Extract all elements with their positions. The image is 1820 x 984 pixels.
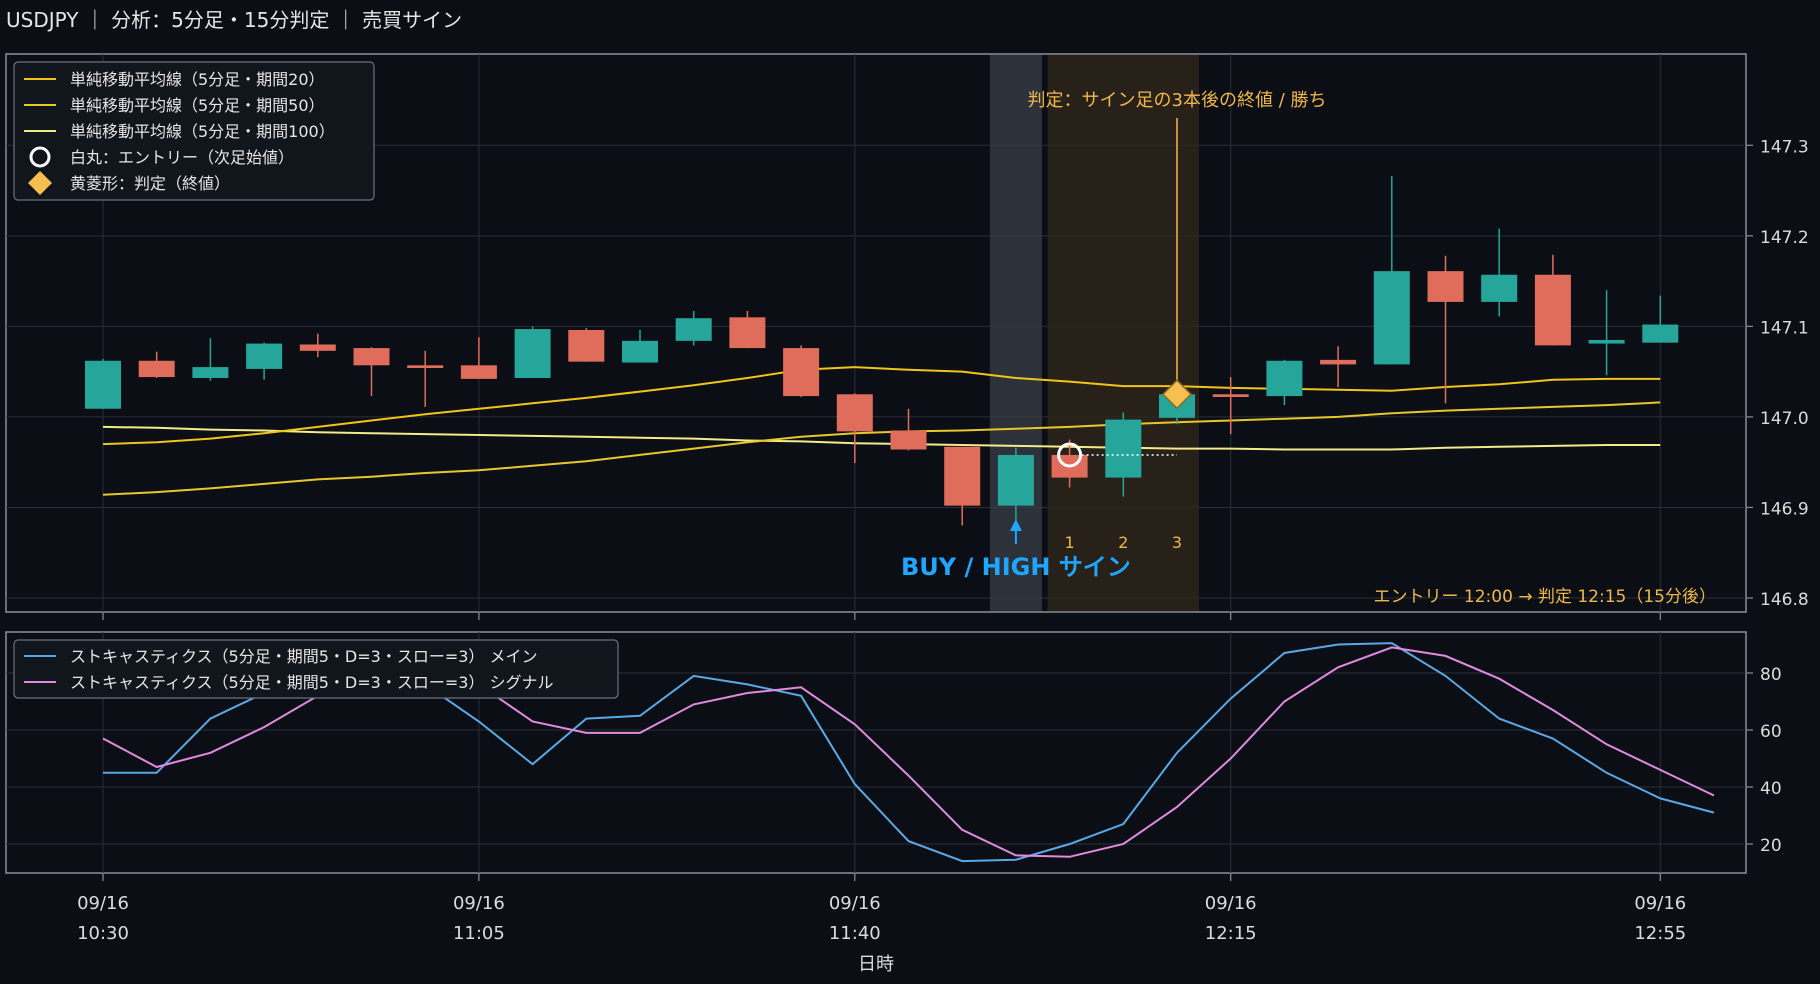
price-tick-label: 147.1	[1760, 318, 1809, 338]
x-tick-date: 09/16	[1634, 893, 1686, 914]
entry-judge-summary: エントリー 12:00 → 判定 12:15（15分後）	[1374, 587, 1716, 607]
stoch-tick-label: 60	[1760, 722, 1782, 742]
judge-annotation: 判定：サイン足の3本後の終値 / 勝ち	[1028, 90, 1327, 111]
candle-body	[1642, 324, 1679, 343]
chart-svg: 146.8 146.9 147.0 147.1 147.2 147.3 判定：サイン足の3本…	[5, 53, 1809, 975]
candle-body	[85, 360, 121, 409]
stoch-tick-label: 80	[1760, 665, 1782, 685]
candle-body	[783, 348, 820, 397]
candle-body	[622, 340, 658, 363]
x-tick-time: 10:30	[77, 923, 129, 944]
candle-body	[1481, 274, 1518, 302]
candle-body	[1373, 271, 1410, 365]
price-tick-label: 147.0	[1760, 409, 1809, 429]
price-legend-label: 白丸：エントリー（次足始値）	[70, 148, 294, 167]
x-tick-time: 11:40	[829, 923, 881, 944]
candle-body	[514, 329, 551, 378]
candle-body	[299, 344, 336, 351]
bar-count-label: 1	[1065, 533, 1075, 552]
candle-body	[1588, 339, 1625, 344]
bar-count-label: 3	[1172, 533, 1182, 552]
price-legend-label: 単純移動平均線（5分足・期間20）	[70, 70, 325, 89]
price-tick-label: 147.3	[1760, 137, 1809, 157]
price-tick-label: 147.2	[1760, 228, 1809, 248]
candle-body	[138, 360, 175, 378]
x-tick-date: 09/16	[77, 893, 129, 914]
x-tick-date: 09/16	[829, 893, 881, 914]
candle-body	[836, 394, 873, 432]
chart-stage: USDJPY ｜ 分析：5分足・15分判定 ｜ 売買サイン 146.8 146.9…	[0, 0, 1820, 980]
price-legend-label: 単純移動平均線（5分足・期間50）	[70, 96, 325, 115]
candle-body	[407, 365, 444, 369]
price-legend-label: 単純移動平均線（5分足・期間100）	[70, 122, 335, 141]
x-tick-date: 09/16	[453, 893, 505, 914]
candle-body	[729, 317, 766, 349]
x-tick-date: 09/16	[1205, 893, 1257, 914]
candle-body	[675, 318, 712, 341]
candle-body	[1212, 394, 1249, 397]
chart-title: USDJPY ｜ 分析：5分足・15分判定 ｜ 売買サイン	[6, 8, 463, 32]
x-tick-time: 12:15	[1205, 923, 1257, 944]
buy-signal-label: BUY / HIGH サイン	[901, 553, 1131, 581]
stoch-tick-label: 40	[1760, 779, 1782, 799]
candle-body	[460, 365, 497, 379]
price-tick-label: 146.8	[1760, 590, 1809, 610]
candle-body	[944, 446, 981, 506]
candle-body	[192, 367, 229, 378]
candle-body	[246, 343, 283, 369]
candle-body	[997, 454, 1034, 506]
price-tick-label: 146.9	[1760, 499, 1809, 519]
candle-body	[353, 348, 390, 366]
candle-body	[568, 329, 605, 362]
stoch-legend: ストキャスティクス（5分足・期間5・D=3・スロー=3） メインストキャスティク…	[13, 639, 619, 699]
candle-body	[1320, 359, 1357, 365]
x-axis-label: 日時	[858, 954, 894, 975]
candle-body	[1427, 271, 1464, 302]
candle-body	[890, 430, 927, 450]
price-legend-label: 黄菱形：判定（終値）	[70, 174, 230, 193]
candle-body	[1266, 360, 1303, 397]
price-legend: 単純移動平均線（5分足・期間20） 単純移動平均線（5分足・期間50） 単純移動平均…	[13, 61, 375, 201]
candle-body	[1534, 274, 1571, 346]
sma100-line	[102, 425, 1661, 451]
x-tick-time: 12:55	[1634, 923, 1686, 944]
candle-body	[1105, 419, 1142, 478]
x-tick-time: 11:05	[453, 923, 505, 944]
stoch-legend-label: ストキャスティクス（5分足・期間5・D=3・スロー=3） メイン	[70, 647, 538, 666]
stoch-tick-label: 20	[1760, 836, 1782, 856]
bar-count-label: 2	[1118, 533, 1128, 552]
stoch-legend-label: ストキャスティクス（5分足・期間5・D=3・スロー=3） シグナル	[70, 673, 554, 692]
